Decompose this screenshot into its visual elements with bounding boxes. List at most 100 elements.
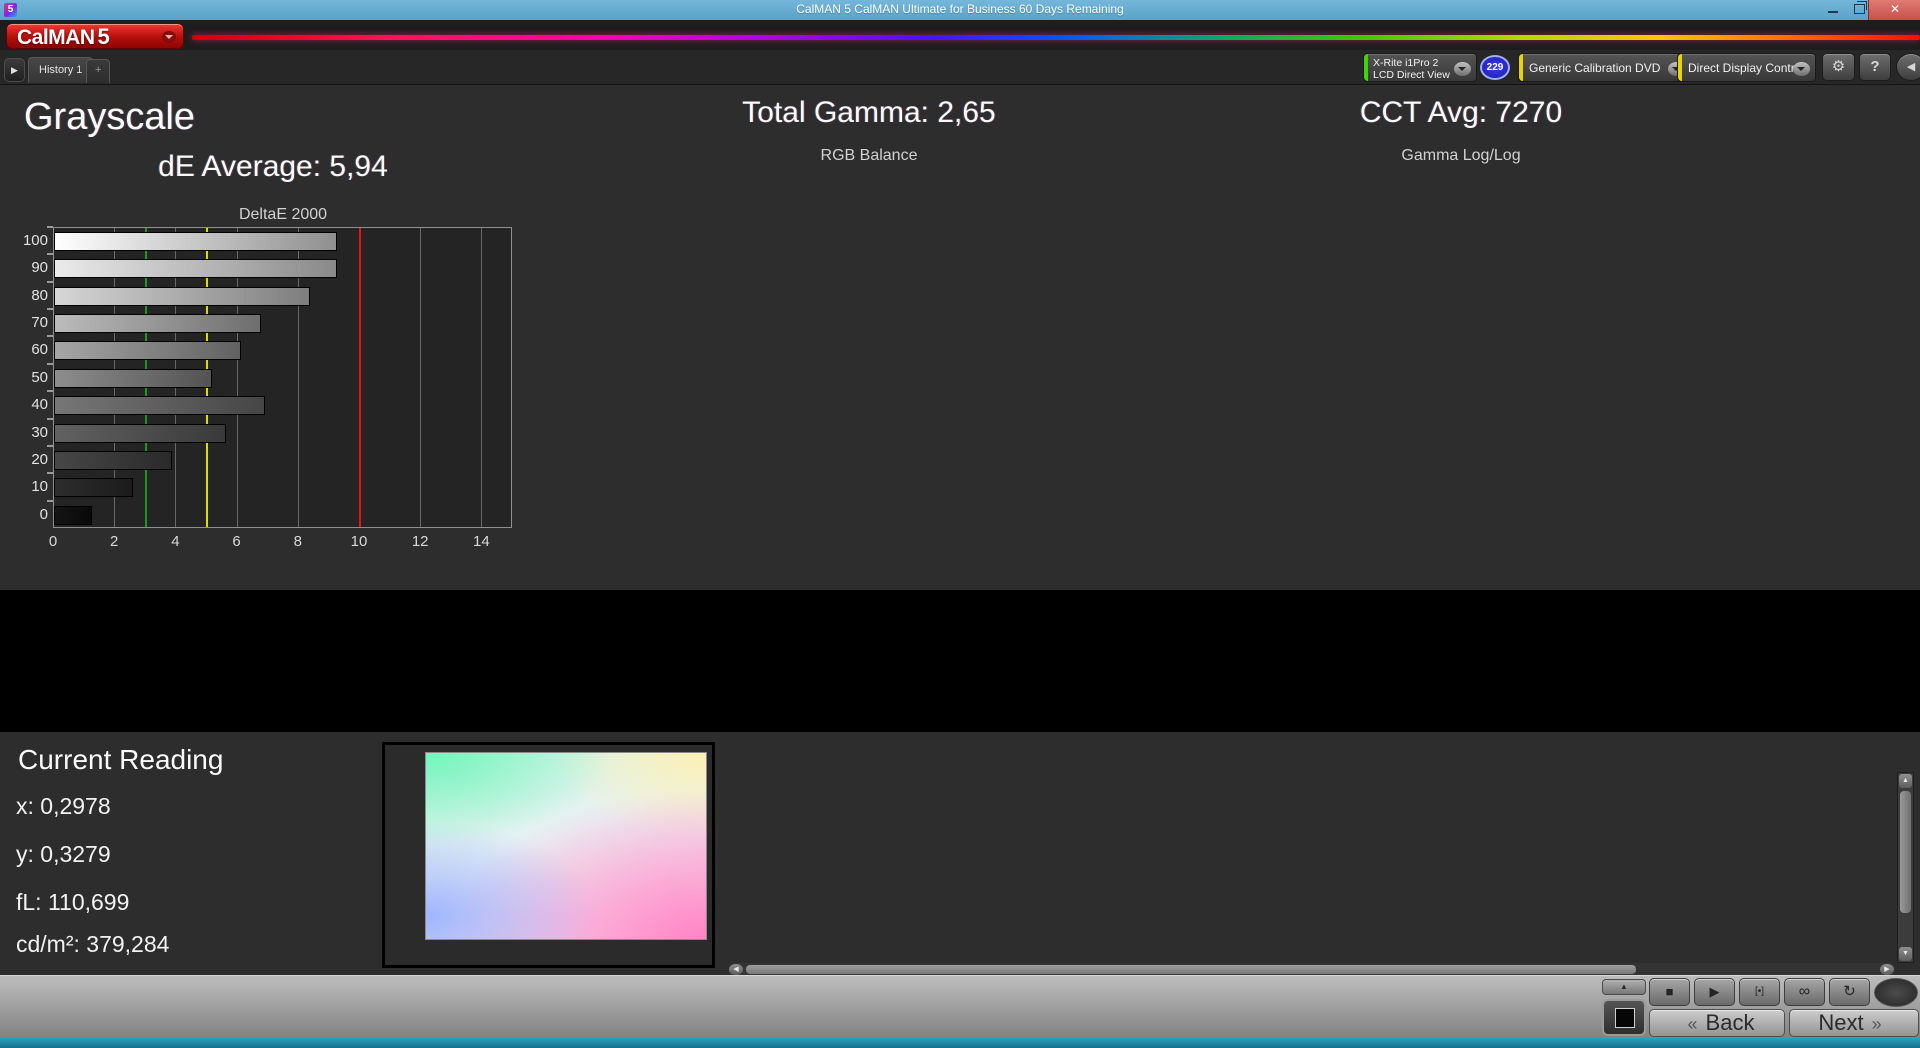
close-button[interactable]: ✕ <box>1868 0 1920 20</box>
deltae-bar-60 <box>54 341 241 361</box>
pattern-size-up-button[interactable]: ▲ <box>1602 979 1646 995</box>
next-label: Next <box>1818 1010 1864 1035</box>
deltae-ytick-0: 0 <box>39 505 48 523</box>
scroll-down-button[interactable]: ▼ <box>1899 947 1912 961</box>
deltae-ytick-50: 50 <box>31 368 48 386</box>
meter-mode: LCD Direct View <box>1373 69 1450 81</box>
tab-bar: ▶ History 1 + X-Rite i1Pro 2 LCD Direct … <box>0 50 1920 85</box>
deltae-chart-title: DeltaE 2000 <box>238 206 328 223</box>
display-status-accent <box>1678 54 1682 81</box>
logo-bar: CalMAN 5 <box>0 20 1920 50</box>
gridline <box>481 228 483 527</box>
deltae-bar-90 <box>54 259 337 279</box>
calman-logo-menu[interactable]: CalMAN 5 <box>6 23 184 49</box>
deltae-ytick-70: 70 <box>31 314 48 332</box>
restore-icon <box>1853 1 1867 14</box>
add-tab-button[interactable]: + <box>86 59 111 83</box>
deltae-chart <box>53 227 512 528</box>
meter-dropdown[interactable]: X-Rite i1Pro 2 LCD Direct View <box>1363 53 1477 82</box>
axis-tick <box>47 390 53 393</box>
reading-cd: cd/m²: 379,284 <box>16 931 170 957</box>
deltae-ytick-100: 100 <box>22 232 48 249</box>
deltae-ytick-80: 80 <box>31 286 48 304</box>
repeat-button[interactable]: ↻ <box>1829 978 1870 1006</box>
axis-tick <box>47 444 53 447</box>
reading-x: x: 0,2978 <box>16 793 111 819</box>
deltae-xtick-6: 6 <box>232 533 241 550</box>
de-average-value: dE Average: 5,94 <box>158 150 388 183</box>
gear-icon: ⚙ <box>1831 58 1846 75</box>
pattern-window-button[interactable] <box>1602 999 1646 1036</box>
pattern-window-icon <box>1615 1008 1635 1028</box>
up-arrow-icon: ▲ <box>1902 777 1909 784</box>
tab-scroll-button[interactable]: ▶ <box>4 58 25 82</box>
axis-tick <box>47 253 53 256</box>
rgb-balance-chart-title: RGB Balance <box>820 147 918 164</box>
collapse-panel-button[interactable]: ◀ <box>1896 53 1920 81</box>
cie-plot <box>425 752 707 940</box>
up-arrow-icon: ▲ <box>1620 982 1628 991</box>
deltae-bar-20 <box>54 450 172 470</box>
horizontal-scroll-thumb[interactable] <box>746 965 1636 974</box>
help-icon: ? <box>1870 58 1880 75</box>
back-button[interactable]: « Back <box>1649 1009 1785 1037</box>
rainbow-stripe <box>192 35 1920 40</box>
deltae-bar-80 <box>54 286 310 306</box>
play-icon: ▶ <box>1709 984 1720 999</box>
deltae-ytick-90: 90 <box>31 259 48 277</box>
infinity-icon: ∞ <box>1798 983 1811 1000</box>
loop-button[interactable]: ∞ <box>1784 978 1825 1006</box>
chevron-down-icon <box>1793 62 1810 76</box>
scroll-left-button[interactable]: ◀ <box>729 964 743 975</box>
record-indicator-button[interactable] <box>1874 978 1918 1007</box>
deltae-bar-0 <box>54 505 93 525</box>
axis-tick <box>47 335 53 338</box>
deltae-ytick-20: 20 <box>31 450 48 468</box>
logo-text: CalMAN <box>17 26 95 49</box>
down-arrow-icon: ▼ <box>1902 950 1909 957</box>
minimize-icon <box>1828 11 1838 13</box>
deltae-ytick-10: 10 <box>31 478 48 496</box>
display-control-name: Direct Display Control <box>1688 61 1805 75</box>
tab-history-1[interactable]: History 1 <box>28 57 94 83</box>
scroll-up-button[interactable]: ▲ <box>1899 774 1912 788</box>
meter-count-badge[interactable]: 229 <box>1480 55 1510 80</box>
grayscale-swatch-strip: Actual Target <box>0 590 1920 732</box>
logo-number: 5 <box>97 24 110 49</box>
scroll-right-button[interactable]: ▶ <box>1880 964 1894 975</box>
axis-tick <box>47 308 53 311</box>
play-button[interactable]: ▶ <box>1694 978 1735 1006</box>
display-control-dropdown[interactable]: Direct Display Control <box>1677 53 1816 82</box>
chevron-down-icon <box>162 31 176 43</box>
deltae-xtick-4: 4 <box>171 533 180 550</box>
next-chevron-icon: » <box>1871 1014 1882 1034</box>
deltae-bar-40 <box>54 396 265 416</box>
right-arrow-icon: ▶ <box>1884 966 1890 973</box>
next-button[interactable]: Next » <box>1789 1009 1919 1037</box>
meter-name: X-Rite i1Pro 2 <box>1373 57 1439 69</box>
deltae-ytick-40: 40 <box>31 396 48 414</box>
current-reading-title: Current Reading <box>18 744 224 775</box>
titlebar: 5 CalMAN 5 CalMAN Ultimate for Business … <box>0 0 1920 20</box>
minimize-button[interactable] <box>1822 0 1844 20</box>
table-vertical-scrollbar[interactable]: ▲ ▼ <box>1897 772 1914 963</box>
help-button[interactable]: ? <box>1859 53 1891 81</box>
windows-taskbar[interactable] <box>0 1037 1920 1048</box>
chevron-left-icon: ◀ <box>1906 61 1916 73</box>
settings-button[interactable]: ⚙ <box>1822 53 1855 81</box>
stop-button[interactable]: ■ <box>1649 978 1690 1006</box>
cie-overlay <box>426 753 706 939</box>
deltae-xtick-0: 0 <box>48 533 58 550</box>
source-dropdown[interactable]: Generic Calibration DVD <box>1518 53 1691 82</box>
source-name: Generic Calibration DVD <box>1529 61 1661 75</box>
step-button[interactable]: [•] <box>1739 978 1780 1006</box>
cct-average-value: CCT Avg: 7270 <box>1359 96 1563 129</box>
deltae-bar-10 <box>54 478 133 498</box>
deltae-xtick-2: 2 <box>110 533 119 550</box>
axis-tick <box>47 226 53 228</box>
vertical-scroll-thumb[interactable] <box>1900 791 1911 913</box>
deltae-xtick-8: 8 <box>293 533 302 550</box>
back-label: Back <box>1705 1010 1755 1035</box>
deltae-xtick-14: 14 <box>473 533 490 550</box>
restore-button[interactable] <box>1848 0 1870 20</box>
